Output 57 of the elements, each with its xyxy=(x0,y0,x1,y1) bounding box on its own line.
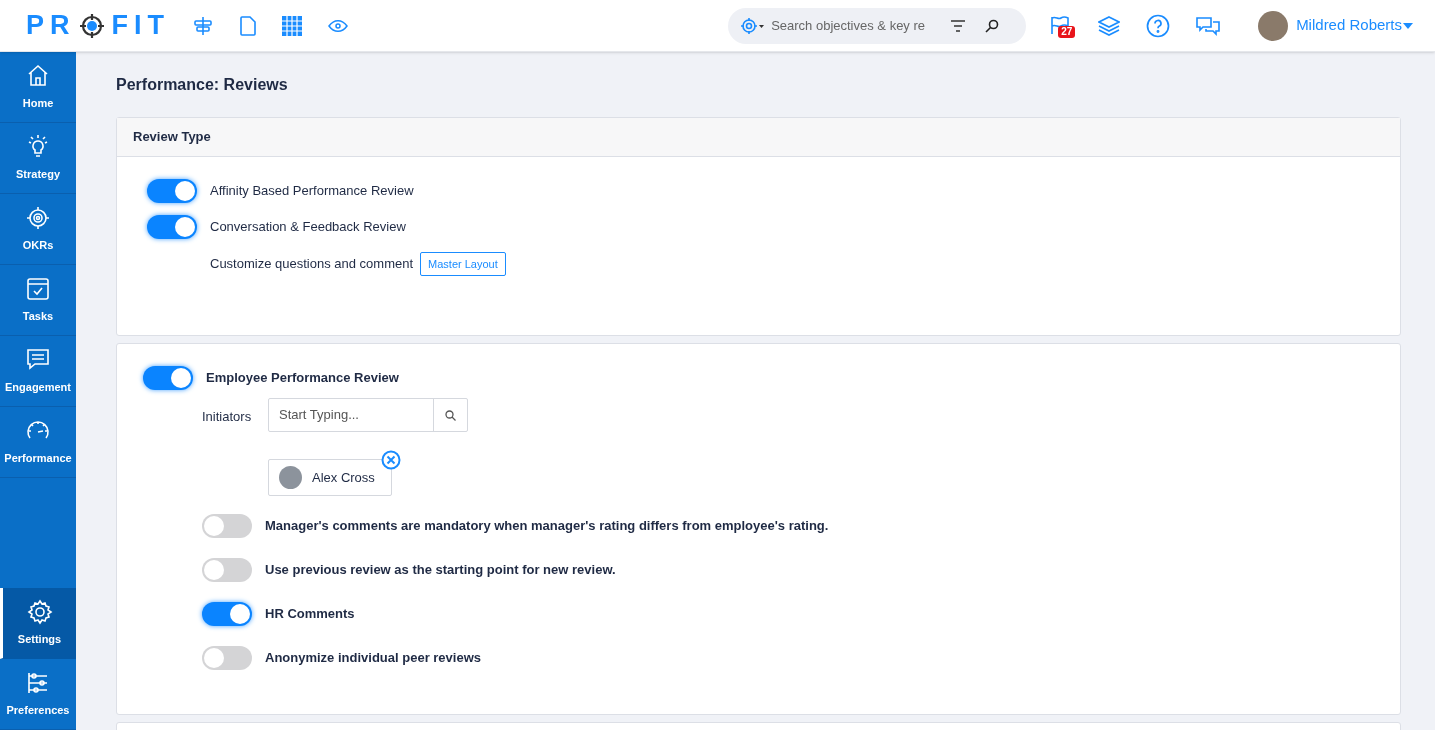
settings-icon xyxy=(26,598,53,625)
card-title: Review Type xyxy=(133,128,211,147)
layers-icon[interactable] xyxy=(1098,15,1121,36)
toggle-label: Employee Performance Review xyxy=(206,369,399,388)
calendar-check-icon xyxy=(25,275,51,302)
sidebar-item[interactable]: Performance xyxy=(0,407,76,478)
toggle-switch[interactable] xyxy=(147,179,197,203)
flag-icon xyxy=(1050,14,1071,35)
help-icon[interactable] xyxy=(1146,13,1171,38)
sidebar-item[interactable]: Tasks xyxy=(0,265,76,336)
toggle-switch[interactable] xyxy=(143,366,193,390)
sidebar-item[interactable]: Strategy xyxy=(0,123,76,194)
page-title: Performance: Reviews xyxy=(116,75,289,95)
flag-button[interactable]: 27 xyxy=(1050,14,1073,37)
document-icon[interactable] xyxy=(240,15,256,36)
initiators-search-field[interactable]: Start Typing... xyxy=(268,398,468,432)
grid-icon[interactable] xyxy=(282,15,302,36)
toggle-label: Affinity Based Performance Review xyxy=(210,182,414,201)
master-layout-button[interactable]: Master Layout xyxy=(420,252,506,276)
toggle-switch[interactable] xyxy=(202,558,252,582)
chip-name: Alex Cross xyxy=(312,468,376,487)
toggle-label: HR Comments xyxy=(265,605,355,624)
toggle-switch[interactable] xyxy=(202,646,252,670)
avatar xyxy=(279,466,302,489)
initiators-input[interactable]: Start Typing... xyxy=(269,399,433,431)
search-input[interactable]: Search objectives & key re xyxy=(771,15,936,36)
toggle-switch[interactable] xyxy=(202,602,252,626)
search-icon[interactable] xyxy=(985,18,1000,33)
target-icon xyxy=(25,204,51,231)
search-field[interactable]: Search objectives & key re xyxy=(728,7,1027,44)
target-logo-icon xyxy=(78,12,105,39)
toggle-switch[interactable] xyxy=(147,215,197,239)
toggle-label: Use previous review as the starting point for new review. xyxy=(265,561,616,580)
sidebar-item[interactable]: Home xyxy=(0,52,76,123)
toggle-switch[interactable] xyxy=(202,514,252,538)
customize-label: Customize questions and comment xyxy=(210,255,414,274)
sidebar-item[interactable]: Preferences xyxy=(0,659,76,730)
chat-icon[interactable] xyxy=(1196,15,1221,36)
eye-icon[interactable] xyxy=(328,19,348,32)
search-icon[interactable] xyxy=(445,409,456,421)
logo-text: FIT xyxy=(111,9,170,43)
toggle-label: Conversation & Feedback Review xyxy=(210,218,406,237)
target-dropdown-icon[interactable] xyxy=(741,17,766,34)
caret-icon xyxy=(1403,22,1413,29)
toggle-label: Anonymize individual peer reviews xyxy=(265,649,481,668)
align-icon[interactable] xyxy=(192,15,214,36)
field-label: Initiators xyxy=(202,408,253,426)
logo-text: PR xyxy=(26,9,76,43)
filter-icon[interactable] xyxy=(951,19,966,32)
remove-icon[interactable] xyxy=(380,450,401,470)
notification-badge: 27 xyxy=(1058,25,1076,38)
sidebar-item[interactable]: OKRs xyxy=(0,194,76,265)
avatar xyxy=(1258,10,1289,41)
toggle-label: Manager's comments are mandatory when manager's rating differs from employee's rating. xyxy=(265,517,829,536)
user-menu[interactable]: Mildred Roberts xyxy=(1296,14,1413,37)
sidebar-item[interactable]: Settings xyxy=(0,588,76,659)
sidebar-item[interactable]: Engagement xyxy=(0,336,76,407)
